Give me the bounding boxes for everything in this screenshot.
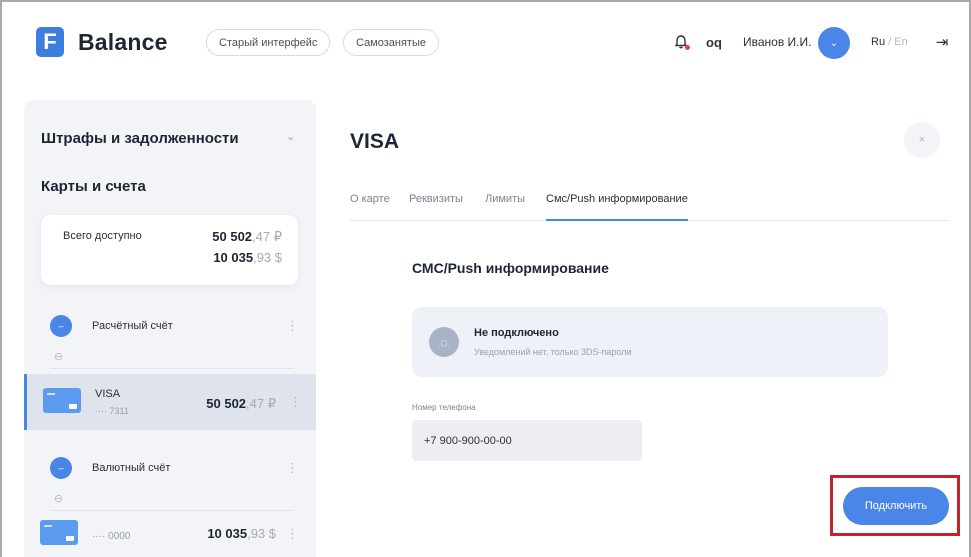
card-amount-int: 50 502 [206, 396, 247, 411]
chevron-down-icon[interactable]: ⌄ [286, 130, 295, 143]
card-amount-frac: ,47 ₽ [246, 396, 276, 411]
bell-icon[interactable] [670, 31, 692, 53]
card-amount: 50 502,47 ₽ [206, 396, 276, 412]
lang-en[interactable]: En [894, 36, 907, 48]
card-icon [43, 388, 81, 413]
glasses-icon[interactable]: oq [703, 31, 725, 53]
lang-separator: / [885, 36, 895, 48]
account-icon: – [50, 457, 72, 479]
tab-requisites[interactable]: Реквизиты [409, 193, 463, 221]
user-menu-chevron-icon[interactable]: ⌄ [818, 27, 850, 59]
tab-bar: О карте Реквизиты Лимиты Смс/Push информ… [350, 193, 950, 221]
more-icon[interactable]: ⋮ [286, 318, 299, 334]
logo[interactable]: F Balance [36, 27, 168, 57]
cards-section-title: Карты и счета [41, 178, 146, 195]
logout-icon[interactable]: ⇥ [931, 31, 953, 53]
logo-icon: F [36, 27, 64, 57]
phone-label: Номер телефона [412, 403, 476, 412]
total-available-card: Всего доступно 50 502,47 ₽ 10 035,93 $ [41, 215, 298, 285]
card-amount-frac: ,93 $ [247, 526, 276, 541]
tab-limits[interactable]: Лимиты [485, 193, 525, 221]
card-name: VISA [95, 388, 121, 400]
connect-button[interactable]: Подключить [843, 487, 949, 525]
logo-text: Balance [78, 28, 168, 55]
app-window: F Balance Старый интерфейс Самозанятые o… [0, 0, 971, 557]
more-icon[interactable]: ⋮ [289, 394, 302, 410]
sidebar: Штрафы и задолженности ⌄ Карты и счета В… [24, 100, 316, 557]
card-icon [40, 520, 78, 545]
total-rub-frac: ,47 ₽ [252, 229, 282, 244]
close-icon[interactable]: × [904, 122, 940, 158]
card-row-currency[interactable]: ···· 0000 10 035,93 $ ⋮ [24, 512, 316, 557]
total-rub-int: 50 502 [212, 229, 253, 244]
total-label: Всего доступно [63, 230, 142, 242]
total-usd-int: 10 035 [213, 250, 254, 265]
more-icon[interactable]: ⋮ [286, 460, 299, 476]
link-icon[interactable]: ⊖ [54, 350, 63, 363]
total-rub: 50 502,47 ₽ [212, 229, 282, 245]
total-usd-frac: ,93 $ [253, 250, 282, 265]
account-icon: – [50, 315, 72, 337]
card-row-visa[interactable]: VISA ···· 7311 50 502,47 ₽ ⋮ [24, 374, 316, 430]
phone-input[interactable] [412, 420, 642, 461]
fines-section-title[interactable]: Штрафы и задолженности [41, 130, 239, 147]
old-interface-button[interactable]: Старый интерфейс [206, 29, 331, 56]
user-name[interactable]: Иванов И.И. [743, 35, 811, 49]
top-header: F Balance Старый интерфейс Самозанятые o… [2, 2, 969, 80]
total-usd: 10 035,93 $ [213, 250, 282, 265]
tab-sms-push[interactable]: Смс/Push информирование [546, 193, 688, 221]
card-amount: 10 035,93 $ [207, 526, 276, 541]
message-icon: ◌ [429, 327, 459, 357]
tab-about-card[interactable]: О карте [350, 193, 390, 221]
page-title: VISA [350, 130, 400, 153]
status-subtitle: Уведомлений нет, только 3DS-пароли [474, 347, 632, 357]
section-title: СМС/Push информирование [412, 260, 609, 276]
divider [50, 368, 294, 369]
account-label: Расчётный счёт [92, 320, 173, 332]
card-number: ···· 0000 [92, 531, 131, 542]
status-title: Не подключено [474, 327, 559, 339]
card-number: ···· 7311 [95, 406, 129, 416]
notification-dot [685, 45, 690, 50]
link-icon[interactable]: ⊖ [54, 492, 63, 505]
status-panel: ◌ Не подключено Уведомлений нет, только … [412, 307, 888, 377]
connect-button-highlight: Подключить [830, 475, 960, 536]
account-label: Валютный счёт [92, 462, 171, 474]
card-amount-int: 10 035 [207, 526, 248, 541]
divider [50, 510, 294, 511]
more-icon[interactable]: ⋮ [286, 526, 299, 542]
lang-ru[interactable]: Ru [871, 36, 885, 48]
language-switcher[interactable]: Ru / En [871, 36, 908, 48]
self-employed-button[interactable]: Самозанятые [343, 29, 439, 56]
